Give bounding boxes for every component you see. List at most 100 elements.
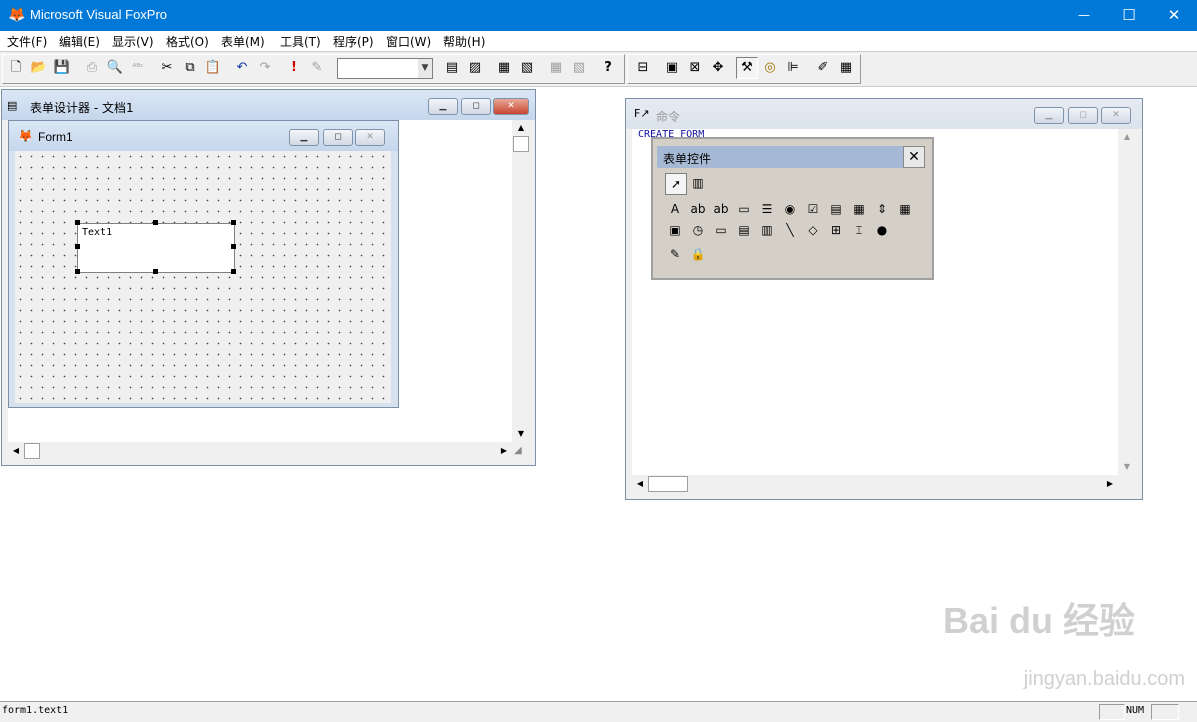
combobox-icon[interactable]: ▤ bbox=[826, 199, 846, 219]
form1-restore-button[interactable]: ◻ bbox=[323, 129, 353, 146]
form-builder-icon[interactable]: ✐ bbox=[813, 58, 833, 78]
scroll-left-icon[interactable]: ◀ bbox=[632, 476, 648, 492]
modify-icon[interactable]: ✎ bbox=[307, 58, 327, 78]
resize-handle[interactable] bbox=[153, 269, 158, 274]
toolbar-combo[interactable]: ▼ bbox=[337, 58, 433, 79]
print-icon[interactable]: ⎙ bbox=[82, 58, 102, 78]
menu-view[interactable]: 显示(V) bbox=[112, 33, 154, 50]
form-designer-vscrollbar[interactable]: ▲ ▼ bbox=[513, 120, 529, 442]
new-file-icon[interactable]: 🗋 bbox=[6, 58, 26, 78]
help-icon[interactable]: ? bbox=[598, 58, 618, 78]
separator-icon[interactable]: ⌶ bbox=[849, 220, 869, 240]
listbox-icon[interactable]: ▦ bbox=[849, 199, 869, 219]
resize-handle[interactable] bbox=[231, 269, 236, 274]
textbox-icon[interactable]: ab bbox=[688, 199, 708, 219]
properties-icon[interactable]: ⊠ bbox=[685, 58, 705, 78]
scroll-thumb-h[interactable] bbox=[24, 443, 40, 459]
menu-program[interactable]: 程序(P) bbox=[333, 33, 374, 50]
form1-close-button[interactable]: ✕ bbox=[355, 129, 385, 146]
text1-textbox[interactable]: Text1 bbox=[77, 223, 235, 273]
form-designer-hscrollbar[interactable]: ◀ ▶ bbox=[8, 443, 512, 459]
button-lock-icon[interactable]: 🔒 bbox=[688, 244, 708, 264]
form-wizard-icon[interactable]: ▧ bbox=[517, 58, 537, 78]
autoreport-icon[interactable]: ▧ bbox=[569, 58, 589, 78]
grid-icon[interactable]: ▦ bbox=[895, 199, 915, 219]
autoform-icon[interactable]: ▦ bbox=[546, 58, 566, 78]
cut-icon[interactable]: ✂ bbox=[157, 58, 177, 78]
report-icon[interactable]: ▨ bbox=[465, 58, 485, 78]
scroll-down-icon[interactable]: ▼ bbox=[1119, 459, 1135, 475]
activex-bound-icon[interactable]: ▥ bbox=[757, 220, 777, 240]
command-vscrollbar[interactable]: ▲ ▼ bbox=[1119, 129, 1135, 475]
resize-handle[interactable] bbox=[75, 244, 80, 249]
command-close-button[interactable]: ✕ bbox=[1101, 107, 1131, 124]
line-icon[interactable]: ╲ bbox=[780, 220, 800, 240]
command-hscrollbar[interactable]: ◀ ▶ bbox=[632, 476, 1118, 492]
database-icon[interactable]: ▦ bbox=[494, 58, 514, 78]
form-designer-close-button[interactable]: ✕ bbox=[493, 98, 529, 115]
form-designer-restore-button[interactable]: ◻ bbox=[461, 98, 491, 115]
resize-handle[interactable] bbox=[231, 220, 236, 225]
resize-grip-icon[interactable]: ◢ bbox=[514, 445, 522, 456]
resize-handle[interactable] bbox=[75, 269, 80, 274]
pageframe-icon[interactable]: ▭ bbox=[711, 220, 731, 240]
builder-lock-icon[interactable]: ✎ bbox=[665, 244, 685, 264]
form-icon[interactable]: ▤ bbox=[442, 58, 462, 78]
view-classes-icon[interactable]: ▥ bbox=[688, 173, 708, 193]
activex-control-icon[interactable]: ▤ bbox=[734, 220, 754, 240]
commandgroup-icon[interactable]: ☰ bbox=[757, 199, 777, 219]
form1-minimize-button[interactable]: ▁ bbox=[289, 129, 319, 146]
select-objects-icon[interactable]: ➚ bbox=[665, 173, 687, 195]
maximize-button[interactable]: ☐ bbox=[1106, 0, 1152, 31]
menu-window[interactable]: 窗口(W) bbox=[386, 33, 431, 50]
scroll-down-icon[interactable]: ▼ bbox=[513, 426, 529, 442]
copy-icon[interactable]: ⧉ bbox=[180, 58, 200, 78]
chevron-down-icon[interactable]: ▼ bbox=[418, 59, 432, 78]
menu-format[interactable]: 格式(O) bbox=[166, 33, 209, 50]
command-restore-button[interactable]: ◻ bbox=[1068, 107, 1098, 124]
label-icon[interactable]: A bbox=[665, 199, 685, 219]
minimize-button[interactable]: — bbox=[1061, 0, 1107, 31]
open-folder-icon[interactable]: 📂 bbox=[29, 58, 49, 78]
code-window-icon[interactable]: ✥ bbox=[708, 58, 728, 78]
layout-toolbar-icon[interactable]: ⊟ bbox=[633, 58, 653, 78]
form-controls-close-button[interactable]: ✕ bbox=[903, 146, 925, 168]
resize-handle[interactable] bbox=[75, 220, 80, 225]
commandbutton-icon[interactable]: ▭ bbox=[734, 199, 754, 219]
scroll-thumb[interactable] bbox=[513, 136, 529, 152]
spinner-icon[interactable]: ⇕ bbox=[872, 199, 892, 219]
form1-design-surface[interactable]: Text1 bbox=[15, 151, 391, 403]
scroll-left-icon[interactable]: ◀ bbox=[8, 443, 24, 459]
timer-icon[interactable]: ◷ bbox=[688, 220, 708, 240]
color-palette-icon[interactable]: ◎ bbox=[760, 58, 780, 78]
menu-file[interactable]: 文件(F) bbox=[7, 33, 47, 50]
scroll-right-icon[interactable]: ▶ bbox=[496, 443, 512, 459]
spell-check-icon[interactable]: ᴬᴮᶜ bbox=[128, 58, 148, 78]
command-minimize-button[interactable]: ▁ bbox=[1034, 107, 1064, 124]
menu-form[interactable]: 表单(M) bbox=[221, 33, 265, 50]
image-icon[interactable]: ▣ bbox=[665, 220, 685, 240]
redo-icon[interactable]: ↷ bbox=[255, 58, 275, 78]
form-controls-titlebar[interactable]: 表单控件 bbox=[657, 146, 907, 168]
container-icon[interactable]: ⊞ bbox=[826, 220, 846, 240]
form-designer-icon[interactable]: ▣ bbox=[662, 58, 682, 78]
layout-icon[interactable]: ⊫ bbox=[783, 58, 803, 78]
print-preview-icon[interactable]: 🔍 bbox=[105, 58, 125, 78]
run-icon[interactable]: ! bbox=[284, 58, 304, 78]
form-controls-toolbar-icon[interactable]: ⚒ bbox=[736, 57, 758, 79]
autoformat-icon[interactable]: ▦ bbox=[836, 58, 856, 78]
scroll-right-icon[interactable]: ▶ bbox=[1102, 476, 1118, 492]
close-button[interactable]: ✕ bbox=[1151, 0, 1197, 31]
menu-edit[interactable]: 编辑(E) bbox=[59, 33, 100, 50]
shape-icon[interactable]: ◇ bbox=[803, 220, 823, 240]
optiongroup-icon[interactable]: ◉ bbox=[780, 199, 800, 219]
save-disk-icon[interactable]: 💾 bbox=[52, 58, 72, 78]
scroll-thumb-h[interactable] bbox=[648, 476, 688, 492]
resize-handle[interactable] bbox=[153, 220, 158, 225]
resize-handle[interactable] bbox=[231, 244, 236, 249]
form-designer-minimize-button[interactable]: ▁ bbox=[428, 98, 458, 115]
scroll-up-icon[interactable]: ▲ bbox=[1119, 129, 1135, 145]
menu-tools[interactable]: 工具(T) bbox=[280, 33, 321, 50]
scroll-up-icon[interactable]: ▲ bbox=[513, 120, 529, 136]
paste-icon[interactable]: 📋 bbox=[203, 58, 223, 78]
